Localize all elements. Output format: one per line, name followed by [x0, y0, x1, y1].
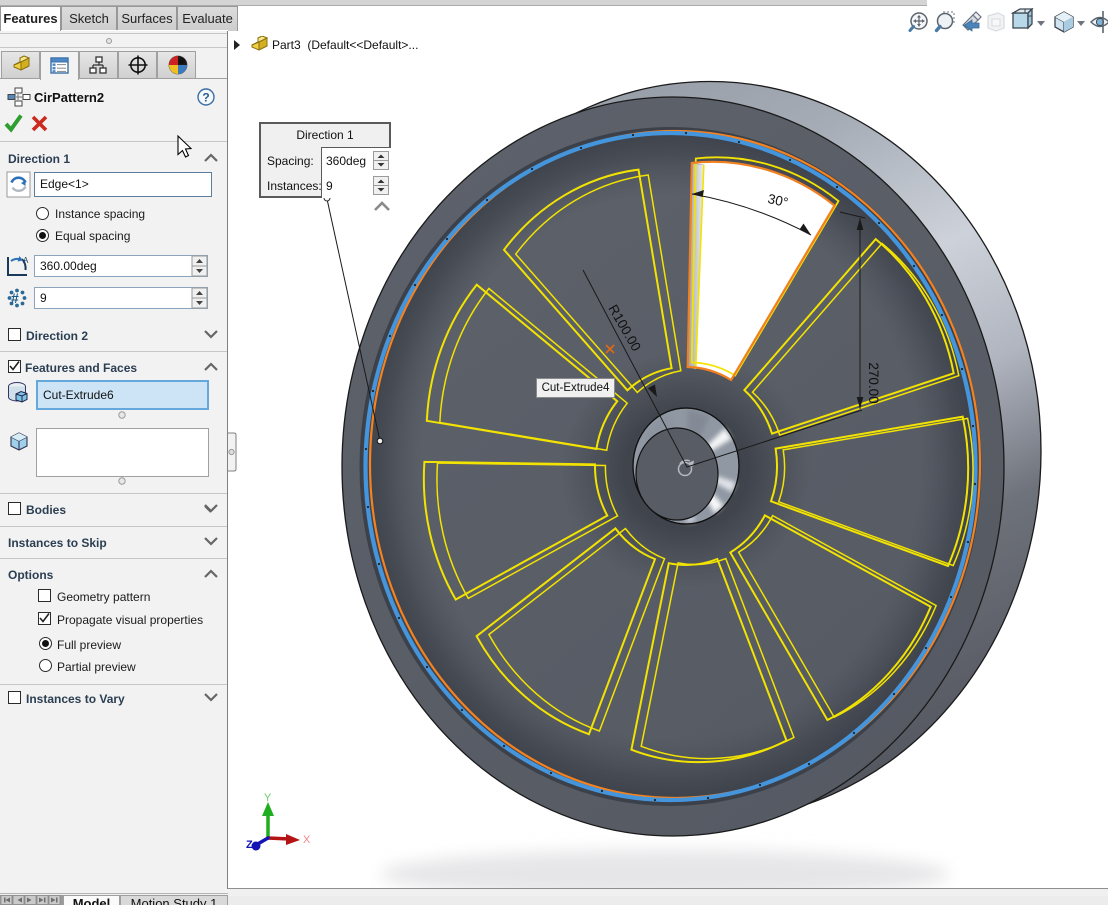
svg-text:X: X	[303, 834, 311, 846]
svg-text:Z: Z	[246, 839, 253, 851]
svg-text:Y: Y	[264, 792, 272, 804]
svg-text:270.00: 270.00	[866, 362, 881, 403]
svg-text:?: ?	[202, 91, 209, 105]
svg-text:A: A	[23, 256, 29, 265]
svg-text:#: #	[11, 290, 19, 306]
